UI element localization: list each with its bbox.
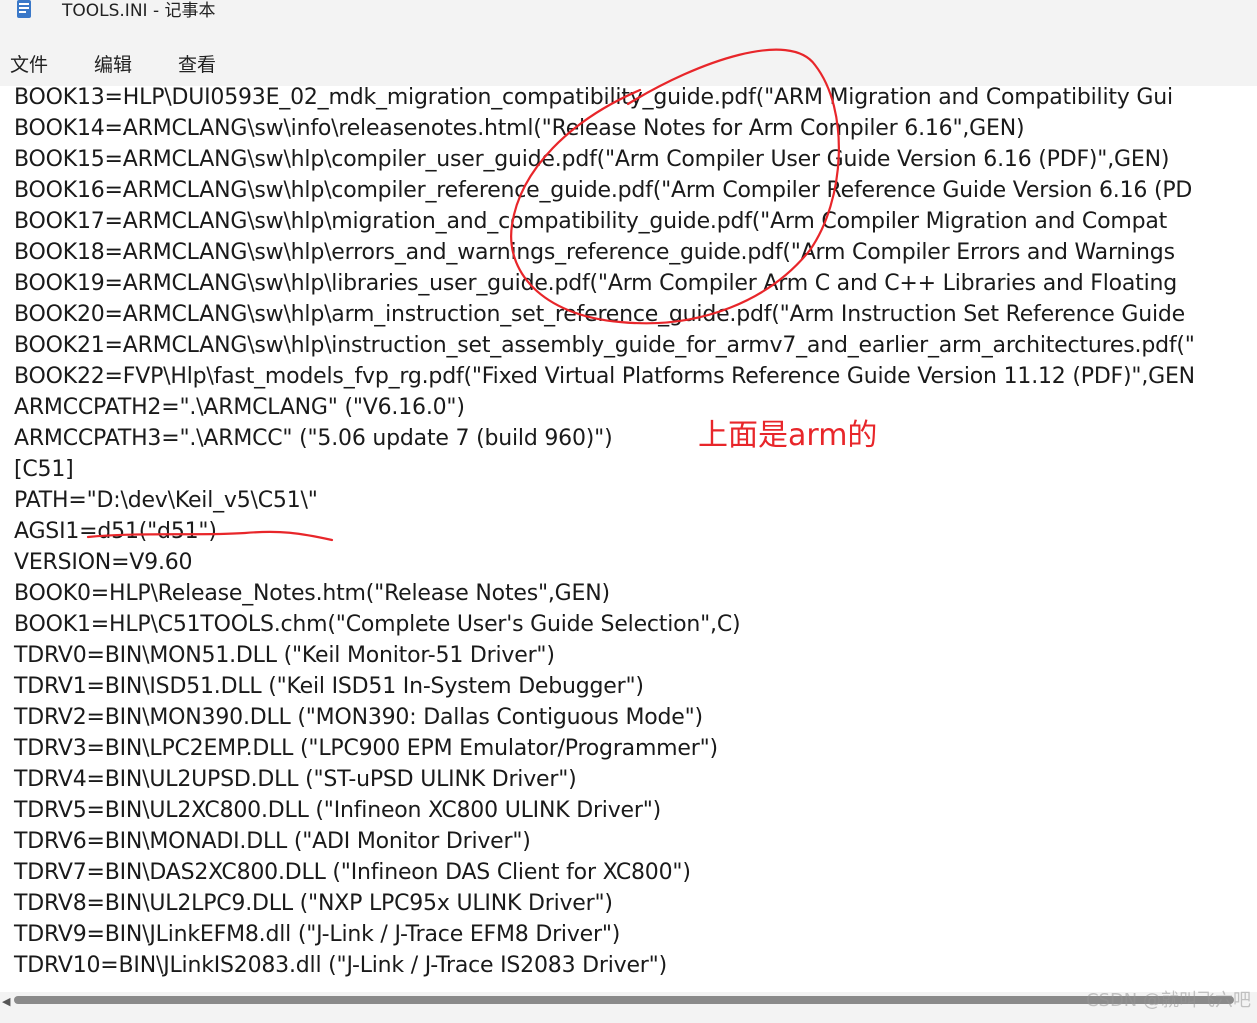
menu-edit[interactable]: 编辑 [94,50,132,77]
text-line: BOOK21=ARMCLANG\sw\hlp\instruction_set_a… [14,333,1195,358]
text-line: TDRV9=BIN\JLinkEFM8.dll ("J-Link / J-Tra… [14,922,621,947]
text-line: BOOK20=ARMCLANG\sw\hlp\arm_instruction_s… [14,302,1185,327]
text-line: TDRV3=BIN\LPC2EMP.DLL ("LPC900 EPM Emula… [14,736,718,761]
scroll-left-arrow-icon[interactable]: ◀ [2,995,10,1008]
text-line: ARMCCPATH3=".\ARMCC" ("5.06 update 7 (bu… [14,426,613,451]
text-line: BOOK17=ARMCLANG\sw\hlp\migration_and_com… [14,209,1168,234]
text-line: TDRV4=BIN\UL2UPSD.DLL ("ST-uPSD ULINK Dr… [14,767,577,792]
text-line: BOOK16=ARMCLANG\sw\hlp\compiler_referenc… [14,178,1193,203]
menu-view[interactable]: 查看 [178,50,216,77]
text-line: TDRV7=BIN\DAS2XC800.DLL ("Infineon DAS C… [14,860,691,885]
text-line: BOOK18=ARMCLANG\sw\hlp\errors_and_warnin… [14,240,1175,265]
text-line: TDRV1=BIN\ISD51.DLL ("Keil ISD51 In-Syst… [14,674,644,699]
text-line: VERSION=V9.60 [14,550,193,575]
notepad-icon [17,0,31,18]
window-title: TOOLS.INI - 记事本 [62,1,216,21]
text-line: TDRV6=BIN\MONADI.DLL ("ADI Monitor Drive… [14,829,531,854]
text-line: TDRV2=BIN\MON390.DLL ("MON390: Dallas Co… [14,705,703,730]
text-line: BOOK19=ARMCLANG\sw\hlp\libraries_user_gu… [14,271,1178,296]
text-line: [C51] [14,457,74,482]
horizontal-scrollbar[interactable]: ◀ [0,992,1257,1010]
text-line: TDRV8=BIN\UL2LPC9.DLL ("NXP LPC95x ULINK… [14,891,613,916]
text-line: AGSI1=d51("d51") [14,519,217,544]
menu-bar: 文件 编辑 查看 [0,42,1257,86]
text-line: TDRV0=BIN\MON51.DLL ("Keil Monitor-51 Dr… [14,643,555,668]
text-line: BOOK15=ARMCLANG\sw\hlp\compiler_user_gui… [14,147,1170,172]
watermark: CSDN @就叫飞六吧 [1085,990,1251,1011]
text-line: BOOK13=HLP\DUI0593E_02_mdk_migration_com… [14,86,1173,110]
text-line: BOOK0=HLP\Release_Notes.htm("Release Not… [14,581,610,606]
text-line: BOOK1=HLP\C51TOOLS.chm("Complete User's … [14,612,741,637]
annotation-note: 上面是arm的 [698,418,878,453]
text-line: BOOK22=FVP\Hlp\fast_models_fvp_rg.pdf("F… [14,364,1195,389]
text-line: TDRV5=BIN\UL2XC800.DLL ("Infineon XC800 … [14,798,662,823]
status-bar [0,1010,1257,1023]
editor-lines: BOOK13=HLP\DUI0593E_02_mdk_migration_com… [14,86,1195,981]
text-editor[interactable]: BOOK13=HLP\DUI0593E_02_mdk_migration_com… [0,86,1257,992]
scrollbar-thumb[interactable] [14,996,1234,1004]
text-line: BOOK14=ARMCLANG\sw\info\releasenotes.htm… [14,116,1025,141]
menu-file[interactable]: 文件 [10,50,48,77]
text-line: ARMCCPATH2=".\ARMCLANG" ("V6.16.0") [14,395,465,420]
text-line: PATH="D:\dev\Keil_v5\C51\" [14,488,318,513]
title-bar: TOOLS.INI - 记事本 [0,0,1257,30]
text-line: TDRV10=BIN\JLinkIS2083.dll ("J-Link / J-… [14,953,667,978]
